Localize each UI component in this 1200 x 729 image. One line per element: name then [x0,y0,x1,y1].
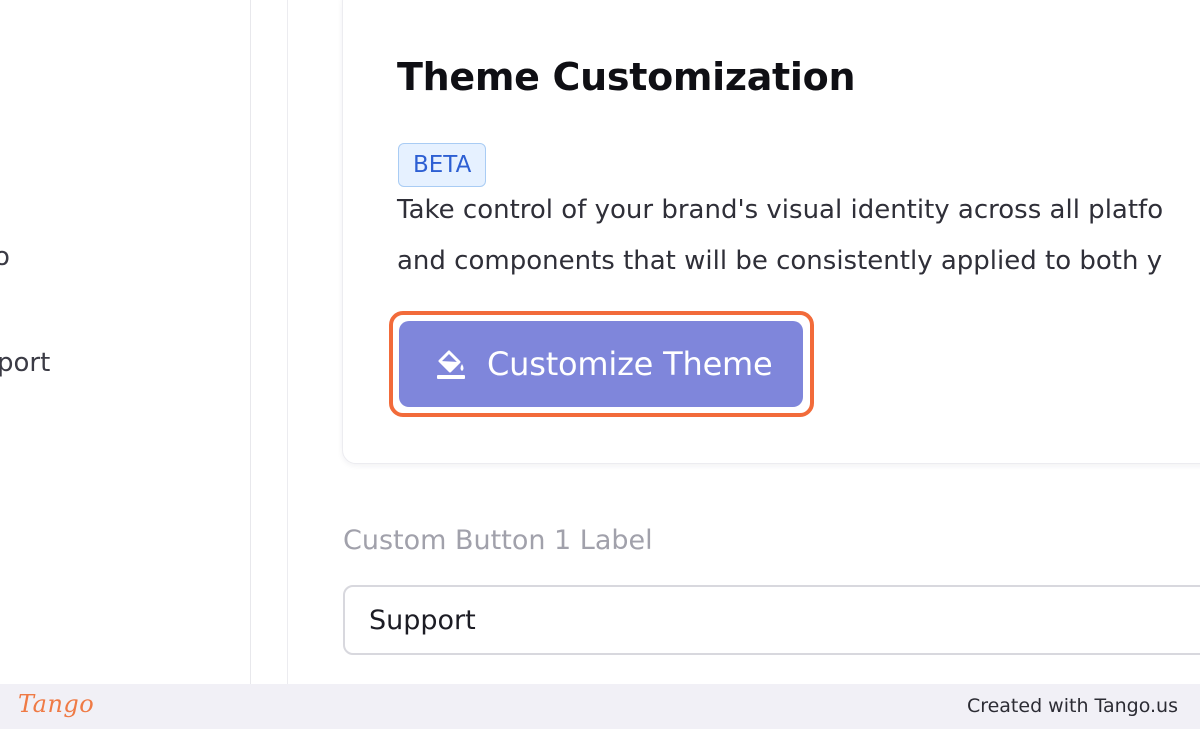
sidebar-gutter [252,0,288,684]
customize-theme-label: Customize Theme [487,345,773,383]
footer-credit: Created with Tango.us [966,695,1178,717]
theme-customization-card: Theme Customization BETA Take control of… [342,0,1200,464]
card-description: Take control of your brand's visual iden… [397,185,1200,287]
tango-logo: Tango [18,690,95,718]
description-line: and components that will be consistently… [397,246,1163,276]
beta-badge: BETA [398,143,487,187]
sidebar-item-support[interactable]: port [0,348,50,378]
custom-button-1-input[interactable] [343,585,1200,655]
main-content: Theme Customization BETA Take control of… [289,0,1200,684]
sidebar-item-partial[interactable]: o [0,242,10,272]
customize-theme-button[interactable]: Customize Theme [399,321,803,407]
paint-bucket-icon [433,346,469,382]
card-title: Theme Customization [397,55,856,99]
description-line: Take control of your brand's visual iden… [397,195,1164,225]
sidebar: o port [0,0,251,684]
tango-footer: Tango Created with Tango.us [0,684,1200,729]
custom-button-1-label: Custom Button 1 Label [343,525,653,556]
screenshot-stage: o port Theme Customization BETA Take con… [0,0,1200,729]
